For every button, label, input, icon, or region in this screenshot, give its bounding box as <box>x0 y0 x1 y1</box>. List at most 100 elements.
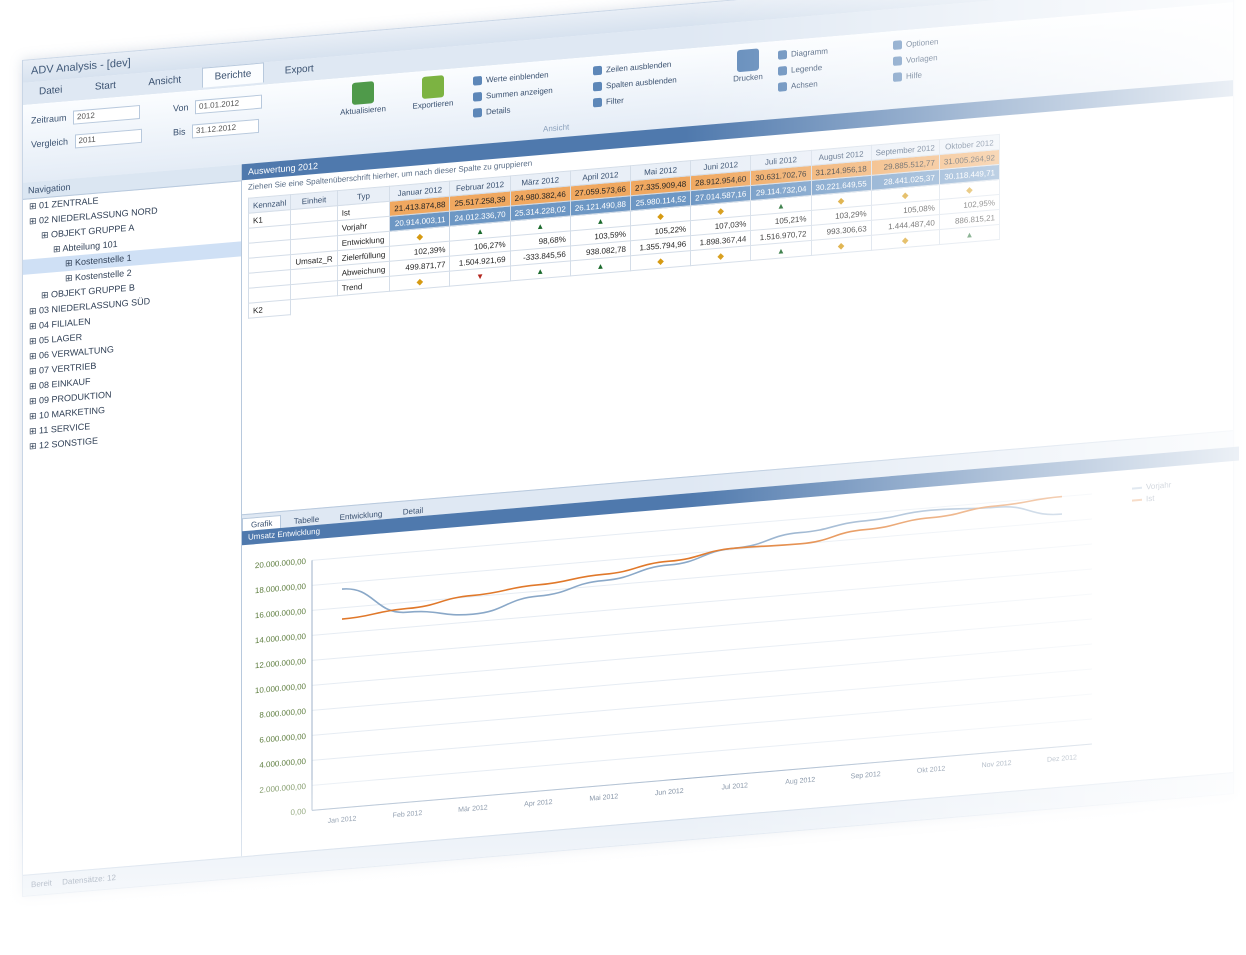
ribbon-group-label: Ansicht <box>543 122 570 134</box>
item-label: Spalten ausblenden <box>606 75 677 91</box>
von-input[interactable]: 01.01.2012 <box>195 94 263 115</box>
ribbon-item-11[interactable]: Vorlagen <box>893 53 938 67</box>
field-label: Zeitraum <box>31 112 67 126</box>
field-label: Bis <box>173 126 186 138</box>
item-label: Diagramm <box>791 46 828 59</box>
button-label: Drucken <box>733 72 763 84</box>
item-icon <box>593 82 602 92</box>
ribbon-item-10[interactable]: Optionen <box>893 37 939 51</box>
grid-row-label: Trend <box>337 276 390 296</box>
tab-export[interactable]: Export <box>273 58 326 81</box>
field-label: Von <box>173 102 189 114</box>
ribbon-item-2[interactable]: Summen anzeigen <box>473 85 553 103</box>
export-icon <box>422 75 444 99</box>
x-tick-label: Jan 2012 <box>328 816 357 825</box>
navigation-tree: ⊞ 01 ZENTRALE ⊞ 02 NIEDERLASSUNG NORD ⊞ OB… <box>23 181 241 455</box>
gridline <box>312 718 1092 786</box>
grid-unit <box>290 280 338 300</box>
refresh-icon <box>352 81 374 105</box>
legend-item-ist: Ist <box>1132 492 1171 504</box>
ribbon-item-9[interactable]: Achsen <box>778 79 818 93</box>
x-tick-label: Dez 2012 <box>1047 754 1077 764</box>
vergleich-input[interactable]: 2011 <box>74 128 142 149</box>
legend-swatch <box>1132 498 1142 502</box>
tab-ansicht[interactable]: Ansicht <box>136 69 193 93</box>
export-button[interactable]: Exportieren <box>403 74 463 112</box>
item-label: Werte einblenden <box>486 70 549 85</box>
item-label: Details <box>486 105 511 117</box>
item-label: Hilfe <box>906 70 923 81</box>
refresh-button[interactable]: Aktualisieren <box>328 79 398 118</box>
legend-swatch <box>1132 486 1142 490</box>
y-tick-label: 0,00 <box>290 807 306 817</box>
item-label: Legende <box>791 62 823 75</box>
main-area: Auswertung 2012 Ziehen Sie eine Spaltenü… <box>242 80 1239 857</box>
ribbon-item-12[interactable]: Hilfe <box>893 70 923 83</box>
item-icon <box>893 56 902 67</box>
x-tick-label: Okt 2012 <box>917 766 945 775</box>
bis-input[interactable]: 31.12.2012 <box>192 118 260 139</box>
legend-label: Ist <box>1146 493 1155 504</box>
ribbon-field-zeitraum: Zeitraum 2012 <box>31 104 141 128</box>
status-left: Bereit <box>31 878 52 890</box>
gridline <box>312 593 1092 661</box>
item-icon <box>473 76 482 87</box>
zeitraum-input[interactable]: 2012 <box>73 104 141 125</box>
chart-legend: Vorjahr Ist <box>1132 480 1171 507</box>
button-label: Exportieren <box>412 98 454 111</box>
field-label: Vergleich <box>31 136 69 150</box>
x-tick-label: Apr 2012 <box>524 799 552 808</box>
item-icon <box>593 98 602 108</box>
ribbon-item-7[interactable]: Diagramm <box>778 46 828 61</box>
gridline <box>312 643 1092 711</box>
ribbon-item-4[interactable]: Zeilen ausblenden <box>593 60 671 76</box>
item-label: Summen anzeigen <box>486 85 553 101</box>
x-tick-label: Nov 2012 <box>982 760 1012 770</box>
tab-start[interactable]: Start <box>83 75 128 98</box>
gridline <box>312 668 1092 736</box>
item-icon <box>593 66 602 76</box>
item-label: Filter <box>606 95 624 107</box>
y-tick-label: 6.000.000,00 <box>259 732 306 745</box>
ribbon-item-6[interactable]: Filter <box>593 96 624 108</box>
item-label: Achsen <box>791 79 818 91</box>
navigation-panel: Navigation ⊞ 01 ZENTRALE ⊞ 02 NIEDERLASSU… <box>23 164 242 875</box>
button-label: Aktualisieren <box>340 104 386 117</box>
legend-label: Vorjahr <box>1146 480 1172 492</box>
y-tick-label: 16.000.000,00 <box>255 607 307 620</box>
y-tick-label: 8.000.000,00 <box>259 707 306 720</box>
item-icon <box>778 82 787 93</box>
item-label: Optionen <box>906 37 939 49</box>
ribbon-item-5[interactable]: Spalten ausblenden <box>593 75 677 92</box>
print-button[interactable]: Drucken <box>728 48 768 84</box>
y-tick-label: 4.000.000,00 <box>259 757 306 770</box>
grid-group: K2 <box>248 299 291 319</box>
ribbon-item-8[interactable]: Legende <box>778 62 823 77</box>
item-icon <box>778 66 787 77</box>
ribbon-field-bis: Bis 31.12.2012 <box>173 118 260 140</box>
item-icon <box>893 72 902 83</box>
tab-datei[interactable]: Datei <box>27 80 74 103</box>
ribbon-item-1[interactable]: Werte einblenden <box>473 70 549 87</box>
y-tick-label: 20.000.000,00 <box>255 557 307 570</box>
y-tick-label: 12.000.000,00 <box>255 657 307 670</box>
item-label: Vorlagen <box>906 53 938 65</box>
x-tick-label: Aug 2012 <box>785 777 815 787</box>
item-icon <box>893 40 902 51</box>
ribbon-field-von: Von 01.01.2012 <box>173 94 263 117</box>
x-tick-label: Feb 2012 <box>393 810 423 820</box>
tab-berichte[interactable]: Berichte <box>201 62 265 88</box>
x-tick-label: Mär 2012 <box>458 804 488 814</box>
ribbon-item-3[interactable]: Details <box>473 105 511 119</box>
item-icon <box>473 108 482 119</box>
item-icon <box>778 50 787 61</box>
legend-item-vorjahr: Vorjahr <box>1132 480 1171 492</box>
item-label: Zeilen ausblenden <box>606 59 672 75</box>
y-tick-label: 2.000.000,00 <box>259 782 306 795</box>
gridline <box>312 568 1092 636</box>
x-tick-label: Jun 2012 <box>655 788 684 797</box>
print-icon <box>737 48 759 73</box>
application-window: ADV Analysis - [dev] Datei Start Ansicht… <box>22 0 1239 898</box>
x-tick-label: Sep 2012 <box>851 771 881 781</box>
x-tick-label: Mai 2012 <box>589 793 618 802</box>
